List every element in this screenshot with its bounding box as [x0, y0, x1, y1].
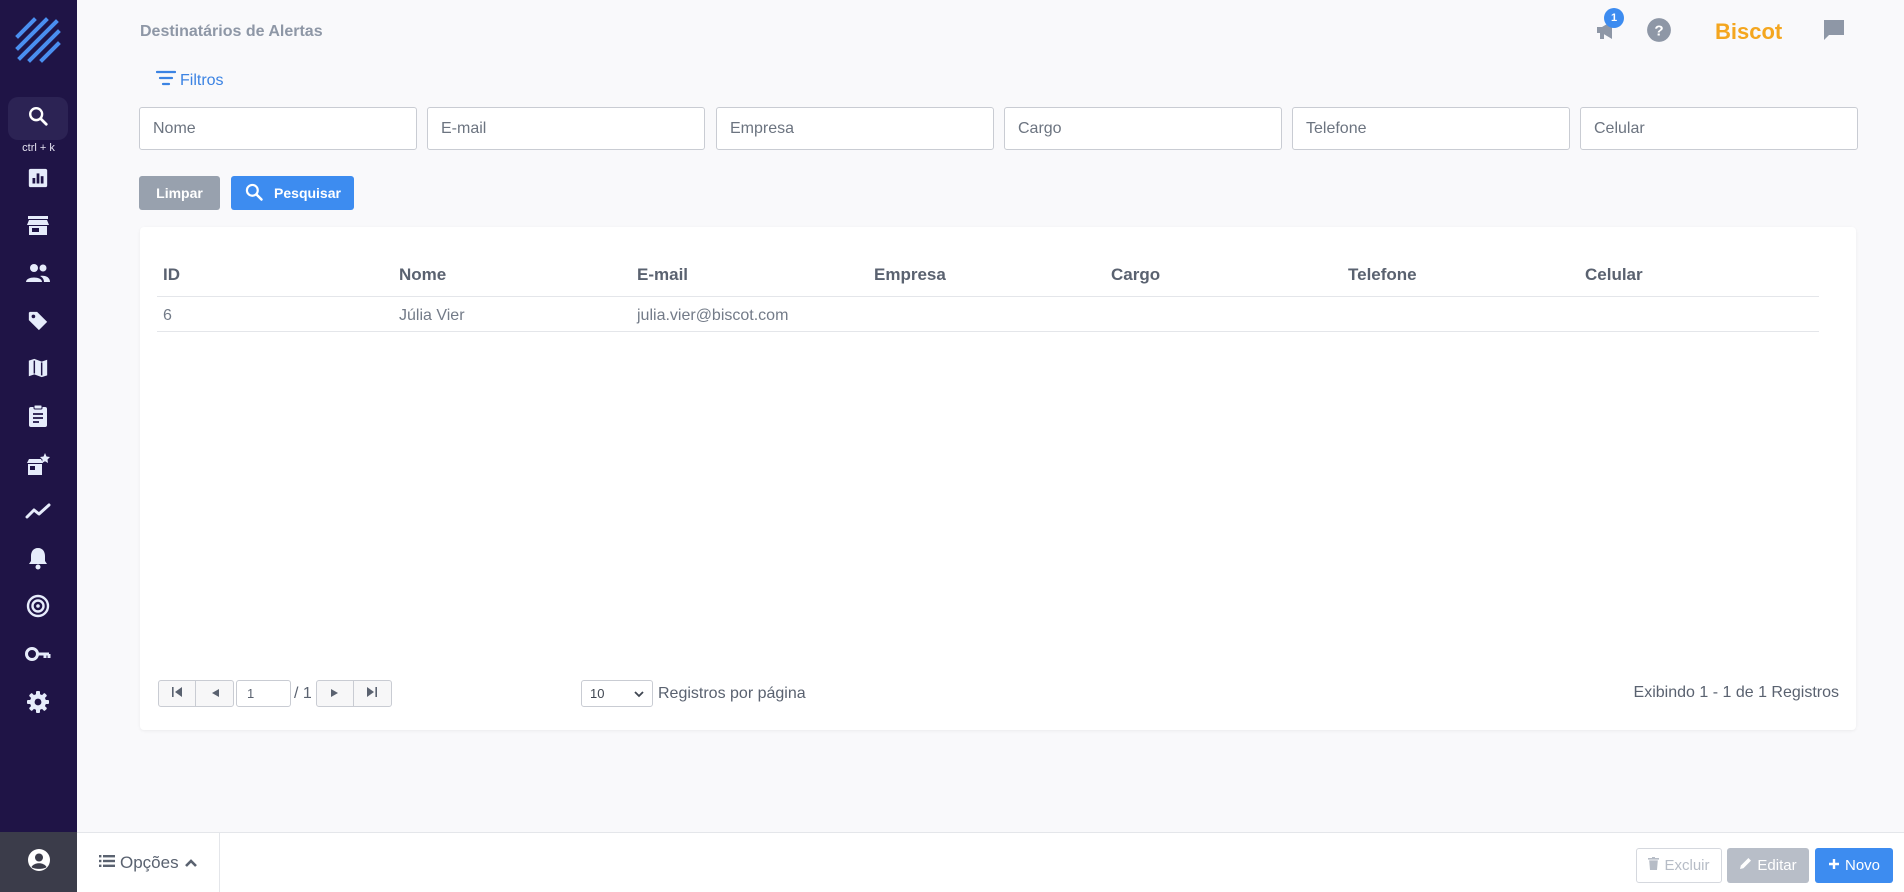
trend-icon [25, 502, 51, 525]
column-header-company[interactable]: Empresa [874, 265, 946, 285]
sidebar-item-keys[interactable] [22, 640, 54, 672]
sidebar-item-map[interactable] [22, 354, 54, 386]
filters-toggle[interactable]: Filtros [155, 70, 224, 91]
column-header-role[interactable]: Cargo [1111, 265, 1160, 285]
next-page-button[interactable] [317, 681, 354, 706]
chat-button[interactable] [1818, 16, 1850, 48]
last-page-icon [366, 685, 378, 703]
search-shortcut-hint: ctrl + k [22, 142, 55, 154]
per-page-label: Registros por página [658, 684, 806, 702]
column-header-phone[interactable]: Telefone [1348, 265, 1417, 285]
store-star-icon [25, 452, 51, 483]
mobile-filter-input[interactable] [1580, 107, 1858, 150]
new-button[interactable]: Novo [1815, 848, 1893, 883]
previous-page-icon [210, 685, 220, 703]
role-filter-input[interactable] [1004, 107, 1282, 150]
search-button[interactable]: Pesquisar [231, 176, 354, 210]
previous-page-button[interactable] [196, 681, 233, 706]
sidebar-item-stores[interactable] [22, 212, 54, 244]
sidebar-item-dashboard[interactable] [22, 164, 54, 196]
search-icon [244, 182, 264, 205]
pagination-back-group [158, 680, 234, 707]
pagination: / 1 [158, 680, 392, 707]
sidebar-item-reports[interactable] [22, 402, 54, 434]
help-icon: ? [1646, 17, 1672, 48]
map-icon [27, 357, 49, 384]
next-page-icon [330, 685, 340, 703]
first-page-icon [171, 685, 183, 703]
search-button-label: Pesquisar [274, 185, 341, 201]
app-logo[interactable] [14, 16, 62, 64]
per-page-value: 10 [590, 686, 605, 701]
pagination-forward-group [315, 680, 392, 707]
user-icon [27, 848, 51, 877]
notification-badge: 1 [1604, 8, 1624, 28]
sidebar-item-tags[interactable] [22, 307, 54, 339]
last-page-button[interactable] [354, 681, 391, 706]
sidebar-item-featured-stores[interactable] [22, 451, 54, 483]
per-page-select[interactable]: 10 [581, 680, 653, 707]
brand-logo[interactable]: Biscot [1715, 19, 1782, 45]
sidebar-item-people[interactable] [22, 259, 54, 291]
people-icon [25, 263, 51, 288]
records-summary: Exibindo 1 - 1 de 1 Registros [1633, 684, 1839, 701]
first-page-button[interactable] [159, 681, 196, 706]
sidebar-item-goals[interactable] [22, 592, 54, 624]
table-header: ID Nome E-mail Empresa Cargo Telefone Ce… [157, 265, 1819, 297]
plus-icon [1828, 857, 1840, 874]
sidebar-item-settings[interactable] [22, 688, 54, 720]
options-menu-button[interactable]: Opções [77, 833, 220, 892]
name-filter-input[interactable] [139, 107, 417, 150]
cell-name: Júlia Vier [399, 307, 465, 324]
edit-button[interactable]: Editar [1727, 848, 1809, 883]
delete-button[interactable]: Excluir [1636, 848, 1722, 883]
chat-icon [1822, 18, 1846, 47]
column-header-name[interactable]: Nome [399, 265, 446, 285]
sidebar-item-alerts[interactable] [22, 544, 54, 576]
edit-label: Editar [1757, 857, 1797, 874]
company-filter-input[interactable] [716, 107, 994, 150]
dashboard-icon [27, 167, 49, 194]
sidebar-item-analytics[interactable] [22, 497, 54, 529]
footer-bar: Opções Excluir Editar Novo [77, 832, 1904, 892]
per-page-control: 10 Registros por página [581, 680, 806, 707]
clipboard-icon [27, 404, 49, 433]
cell-id: 6 [163, 307, 172, 324]
tag-icon [27, 310, 49, 337]
phone-filter-input[interactable] [1292, 107, 1570, 150]
chevron-up-icon [184, 853, 198, 873]
column-header-id[interactable]: ID [163, 265, 180, 285]
table-row[interactable]: 6 Júlia Vier julia.vier@biscot.com [157, 298, 1819, 332]
target-icon [26, 594, 50, 623]
help-button[interactable]: ? [1643, 16, 1675, 48]
page-title: Destinatários de Alertas [140, 23, 323, 40]
search-icon [27, 105, 49, 132]
page-number-input[interactable] [236, 680, 291, 707]
options-label: Opções [120, 853, 179, 872]
column-header-mobile[interactable]: Celular [1585, 265, 1643, 285]
svg-text:?: ? [1654, 22, 1663, 39]
cell-email: julia.vier@biscot.com [637, 307, 789, 324]
sidebar-search-button[interactable] [8, 97, 68, 140]
filters-label: Filtros [180, 71, 224, 89]
list-icon [99, 853, 115, 873]
results-card: ID Nome E-mail Empresa Cargo Telefone Ce… [140, 227, 1856, 730]
pencil-icon [1739, 857, 1752, 874]
store-icon [26, 215, 50, 242]
new-label: Novo [1844, 857, 1881, 874]
trash-icon [1648, 857, 1660, 874]
delete-label: Excluir [1664, 857, 1710, 874]
sidebar-user-button[interactable] [0, 832, 77, 892]
chevron-down-icon [634, 686, 644, 701]
column-header-email[interactable]: E-mail [637, 265, 688, 285]
bell-icon [27, 546, 49, 575]
sidebar: ctrl + k [0, 0, 77, 892]
filter-icon [155, 70, 177, 91]
key-icon [25, 646, 51, 667]
email-filter-input[interactable] [427, 107, 705, 150]
gear-icon [26, 690, 50, 719]
clear-button[interactable]: Limpar [139, 176, 220, 210]
total-pages: / 1 [294, 684, 312, 702]
